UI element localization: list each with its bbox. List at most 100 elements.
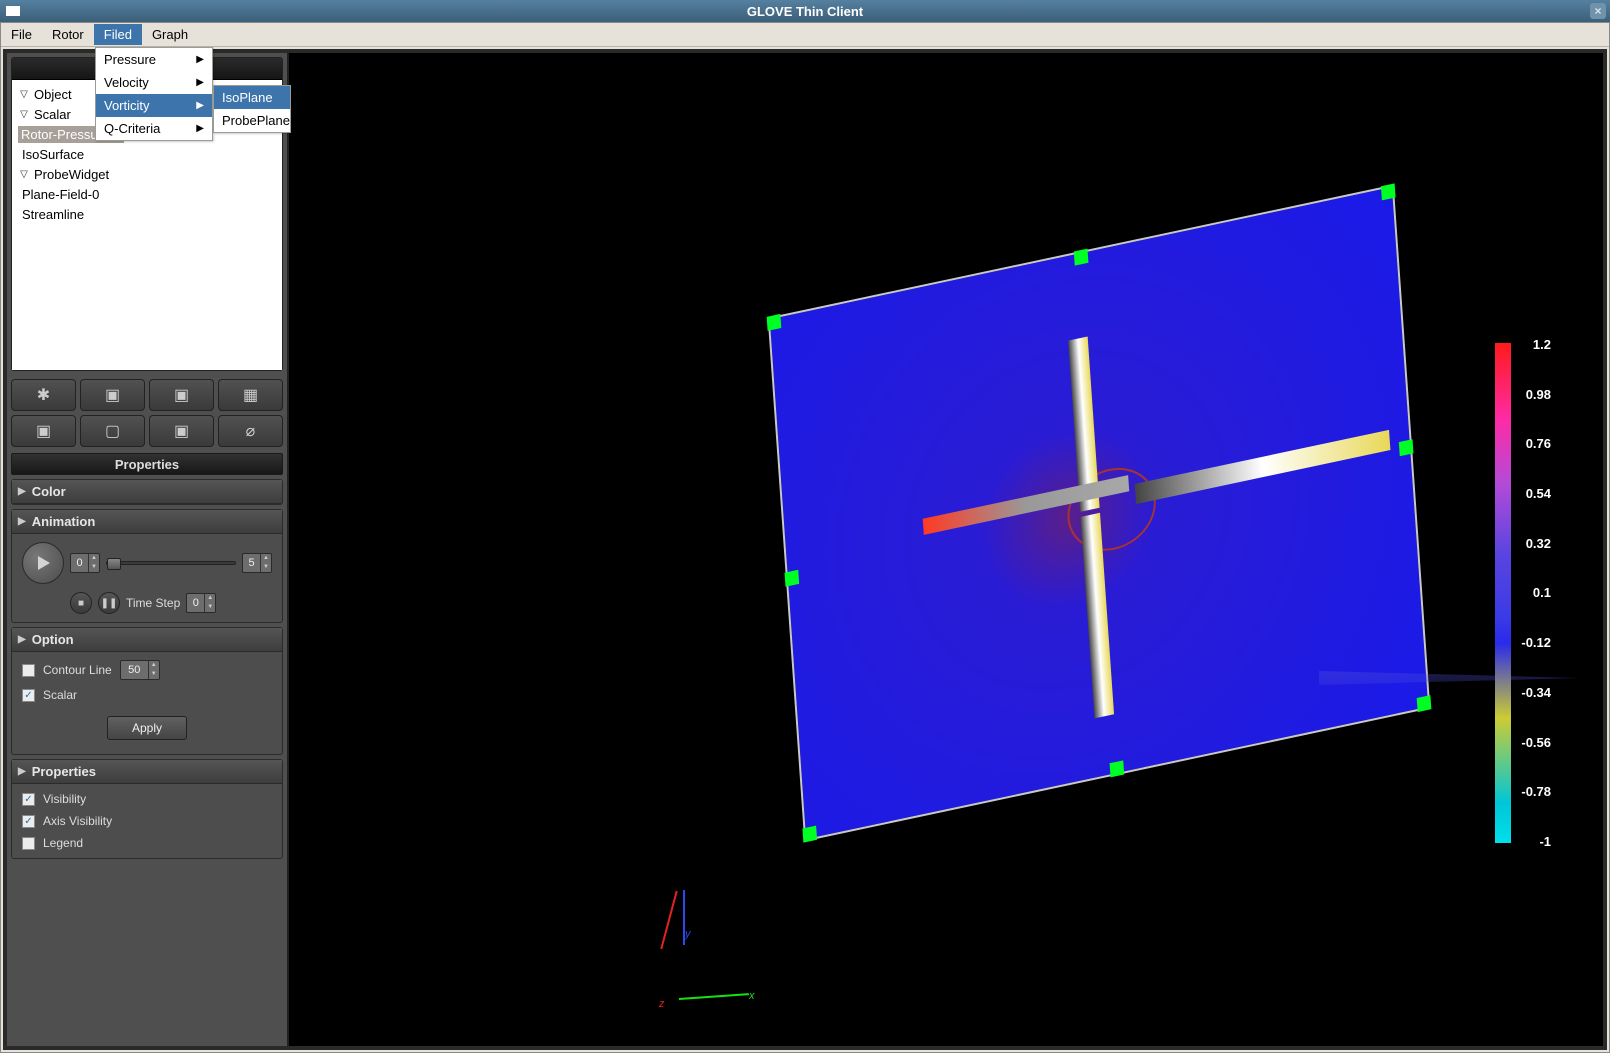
menu-graph[interactable]: Graph xyxy=(142,24,198,45)
submenu-probeplane[interactable]: ProbePlane xyxy=(214,109,290,132)
legend-tick: -1 xyxy=(1521,834,1551,849)
properties-section: ▶Properties ✓Visibility ✓Axis Visibility… xyxy=(11,759,283,859)
animation-section: ▶Animation 0▲▼ 5▲▼ ■ ❚❚ Time Step xyxy=(11,509,283,623)
plane-handle[interactable] xyxy=(1074,249,1089,266)
anim-start-spinner[interactable]: 0▲▼ xyxy=(70,553,100,573)
tree-streamline[interactable]: Streamline xyxy=(18,207,84,222)
legend-tick: -0.34 xyxy=(1521,685,1551,700)
axis-gizmo: x y z xyxy=(649,920,749,1020)
window-icon xyxy=(6,6,20,16)
submenu-arrow-icon: ▶ xyxy=(196,100,204,111)
expand-icon: ▶ xyxy=(18,486,26,497)
dropdown-vorticity-label: Vorticity xyxy=(104,98,150,113)
expand-icon: ▶ xyxy=(18,766,26,777)
tree-twisty-icon[interactable]: ▽ xyxy=(18,109,30,120)
tool-cube-brown-icon[interactable]: ▣ xyxy=(149,379,214,411)
tool-cube-alt-icon[interactable]: ▣ xyxy=(149,415,214,447)
color-label: Color xyxy=(32,484,66,499)
menubar: File Rotor Filed Graph xyxy=(1,23,1609,47)
play-button[interactable] xyxy=(22,542,64,584)
plane-handle[interactable] xyxy=(767,314,782,331)
plane-handle[interactable] xyxy=(785,570,800,587)
tool-cube-green-icon[interactable]: ▣ xyxy=(80,379,145,411)
anim-slider[interactable] xyxy=(106,561,236,565)
dropdown-vorticity[interactable]: Vorticity ▶ xyxy=(96,94,212,117)
axis-z xyxy=(660,891,677,949)
play-icon xyxy=(35,555,51,571)
option-section-header[interactable]: ▶Option xyxy=(12,628,282,652)
legend-tick: 0.54 xyxy=(1521,486,1551,501)
axis-y-label: y xyxy=(685,928,691,940)
legend-tick: -0.56 xyxy=(1521,735,1551,750)
dropdown-pressure-label: Pressure xyxy=(104,52,156,67)
probe-plane[interactable] xyxy=(768,185,1431,842)
plane-handle[interactable] xyxy=(1110,760,1125,777)
submenu-arrow-icon: ▶ xyxy=(196,77,204,88)
legend-tick: -0.12 xyxy=(1521,635,1551,650)
dropdown-velocity-label: Velocity xyxy=(104,75,149,90)
viewport-3d[interactable]: x y z 1.2 0.98 0.76 0.54 0.32 0.1 -0.12 … xyxy=(289,53,1603,1046)
contour-line-label: Contour Line xyxy=(43,663,112,677)
window-close-button[interactable]: × xyxy=(1590,3,1606,19)
scalar-checkbox[interactable]: ✓ xyxy=(22,689,35,702)
submenu-isoplane[interactable]: IsoPlane xyxy=(214,86,290,109)
dropdown-velocity[interactable]: Velocity ▶ xyxy=(96,71,212,94)
vorticity-submenu: IsoPlane ProbePlane xyxy=(213,85,291,133)
properties-header: Properties xyxy=(11,453,283,475)
tool-fan-icon[interactable]: ✱ xyxy=(11,379,76,411)
tool-cylinder-icon[interactable]: ⌀ xyxy=(218,415,283,447)
anim-start-value: 0 xyxy=(71,554,88,572)
properties-section-header[interactable]: ▶ Properties xyxy=(12,760,282,784)
dropdown-qcriteria[interactable]: Q-Criteria ▶ xyxy=(96,117,212,140)
anim-end-spinner[interactable]: 5▲▼ xyxy=(242,553,272,573)
time-step-value: 0 xyxy=(187,594,204,612)
dropdown-pressure[interactable]: Pressure ▶ xyxy=(96,48,212,71)
animation-label: Animation xyxy=(32,514,96,529)
tree-scalar[interactable]: Scalar xyxy=(30,107,71,122)
contour-line-checkbox[interactable] xyxy=(22,664,35,677)
dropdown-qcriteria-label: Q-Criteria xyxy=(104,121,160,136)
submenu-arrow-icon: ▶ xyxy=(196,123,204,134)
axis-x-label: x xyxy=(749,990,755,1002)
legend-checkbox[interactable] xyxy=(22,837,35,850)
filed-dropdown: Pressure ▶ Velocity ▶ Vorticity ▶ Q-Crit… xyxy=(95,47,213,141)
tree-probewidget[interactable]: ProbeWidget xyxy=(30,167,109,182)
tree-twisty-icon[interactable]: ▽ xyxy=(18,89,30,100)
rotor-blade xyxy=(1135,430,1391,504)
plane-handle[interactable] xyxy=(1381,183,1396,200)
time-step-label: Time Step xyxy=(126,596,180,610)
plane-handle[interactable] xyxy=(1399,439,1414,456)
plane-handle[interactable] xyxy=(1417,695,1432,712)
tool-grid-icon[interactable]: ▦ xyxy=(218,379,283,411)
visibility-checkbox[interactable]: ✓ xyxy=(22,793,35,806)
color-legend-ticks: 1.2 0.98 0.76 0.54 0.32 0.1 -0.12 -0.34 … xyxy=(1521,337,1551,849)
expand-icon: ▶ xyxy=(18,634,26,645)
time-step-spinner[interactable]: 0▲▼ xyxy=(186,593,216,613)
animation-section-header[interactable]: ▶Animation xyxy=(12,510,282,534)
axis-visibility-checkbox[interactable]: ✓ xyxy=(22,815,35,828)
contour-value: 50 xyxy=(121,661,148,679)
tree-plane-field[interactable]: Plane-Field-0 xyxy=(18,187,99,202)
tool-buttons: ✱ ▣ ▣ ▦ ▣ ▢ ▣ ⌀ xyxy=(7,375,287,451)
menu-rotor[interactable]: Rotor xyxy=(42,24,94,45)
tree-object[interactable]: Object xyxy=(30,87,72,102)
stop-button[interactable]: ■ xyxy=(70,592,92,614)
menu-filed[interactable]: Filed xyxy=(94,24,142,45)
contour-value-spinner[interactable]: 50▲▼ xyxy=(120,660,160,680)
window-titlebar: GLOVE Thin Client × xyxy=(0,0,1610,22)
tool-cube-outline-icon[interactable]: ▢ xyxy=(80,415,145,447)
apply-button[interactable]: Apply xyxy=(107,716,187,740)
tree-isosurface[interactable]: IsoSurface xyxy=(18,147,84,162)
plane-handle[interactable] xyxy=(802,826,817,843)
color-section-header[interactable]: ▶ Color xyxy=(12,480,282,504)
properties-label: Properties xyxy=(32,764,96,779)
legend-tick: 0.32 xyxy=(1521,536,1551,551)
slider-thumb[interactable] xyxy=(107,558,121,570)
tree-twisty-icon[interactable]: ▽ xyxy=(18,169,30,180)
tool-cube-red-icon[interactable]: ▣ xyxy=(11,415,76,447)
scalar-label: Scalar xyxy=(43,688,77,702)
menu-file[interactable]: File xyxy=(1,24,42,45)
axis-visibility-label: Axis Visibility xyxy=(43,814,112,828)
pause-button[interactable]: ❚❚ xyxy=(98,592,120,614)
legend-tick: 0.1 xyxy=(1521,585,1551,600)
